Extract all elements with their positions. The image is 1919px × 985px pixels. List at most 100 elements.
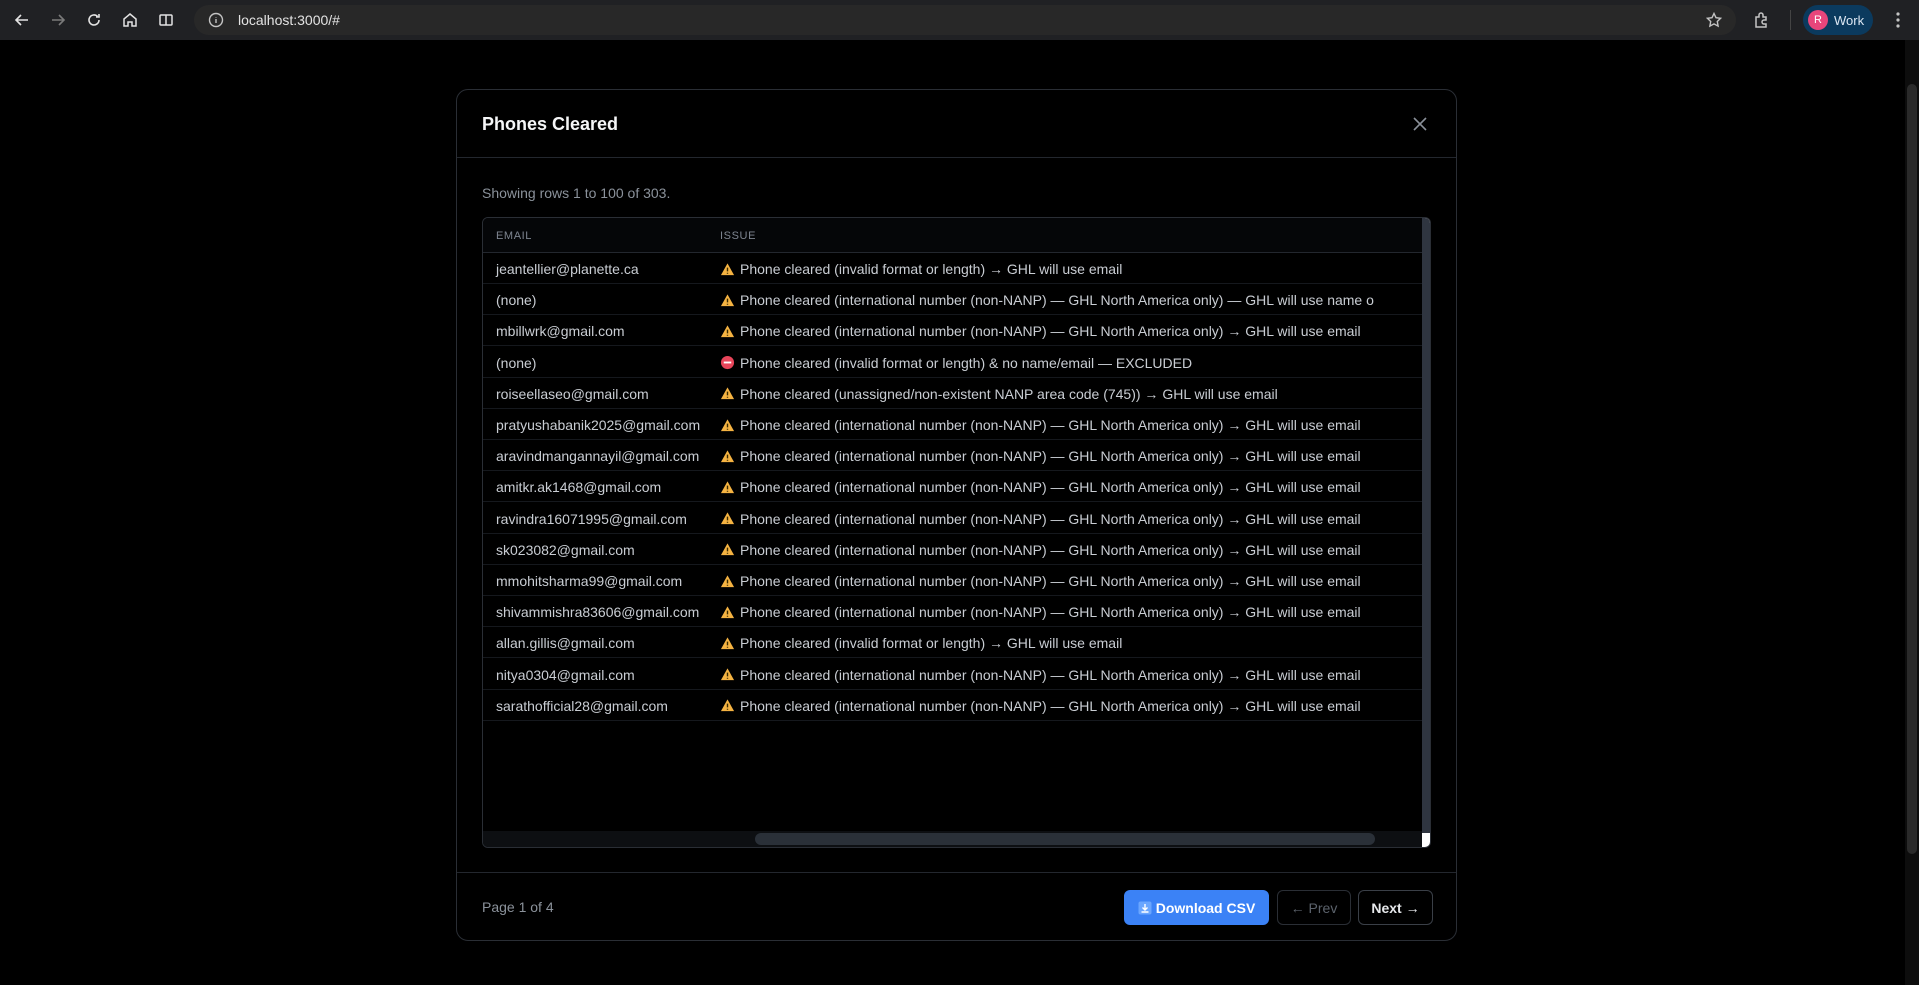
forward-icon[interactable] <box>40 2 76 38</box>
email-cell: shivammishra83606@gmail.com <box>496 604 700 621</box>
table-row[interactable]: sarathofficial28@gmail.com Phone cleared … <box>483 690 1423 721</box>
issue-cell: Phone cleared (international number (non… <box>720 542 1361 558</box>
page-scrollbar-thumb[interactable] <box>1907 84 1917 854</box>
page-scrollbar[interactable] <box>1905 40 1919 985</box>
close-icon[interactable] <box>1410 114 1430 134</box>
table-row[interactable]: roiseellaseo@gmail.com Phone cleared (una… <box>483 378 1423 409</box>
table-row[interactable]: mmohitsharma99@gmail.com Phone cleared (i… <box>483 565 1423 596</box>
excluded-icon <box>720 355 735 370</box>
warning-icon <box>720 262 735 277</box>
issue-text: Phone cleared (international number (non… <box>740 323 1361 340</box>
warning-icon <box>720 574 735 589</box>
warning-icon <box>720 324 735 339</box>
warning-icon <box>720 667 735 682</box>
issue-cell: Phone cleared (international number (non… <box>720 417 1361 433</box>
site-info-icon[interactable] <box>208 12 224 28</box>
warning-icon <box>720 698 735 713</box>
issue-text: Phone cleared (international number (non… <box>740 510 1361 527</box>
browser-toolbar: localhost:3000/# R Work <box>0 0 1919 40</box>
email-cell: pratyushabanik2025@gmail.com <box>496 417 701 433</box>
issue-text: Phone cleared (international number (non… <box>740 666 1361 683</box>
issue-text: Phone cleared (unassigned/non-existent N… <box>740 385 1278 402</box>
table-row[interactable]: jeantellier@planette.ca Phone cleared (in… <box>483 253 1423 284</box>
issue-text: Phone cleared (international number (non… <box>740 292 1374 309</box>
url-text: localhost:3000/# <box>238 12 340 28</box>
email-cell: nitya0304@gmail.com <box>496 666 635 683</box>
table-row[interactable]: mbillwrk@gmail.com Phone cleared (interna… <box>483 315 1423 347</box>
table-row[interactable]: shivammishra83606@gmail.com Phone cleared… <box>483 596 1423 628</box>
avatar: R <box>1808 10 1828 30</box>
issue-cell: Phone cleared (international number (non… <box>720 323 1361 339</box>
email-cell: (none) <box>496 354 537 371</box>
issues-table: EMAIL ISSUE jeantellier@planette.ca Phone… <box>482 217 1431 848</box>
email-cell: aravindmangannayil@gmail.com <box>496 448 700 465</box>
table-header: EMAIL ISSUE <box>483 218 1430 253</box>
kebab-menu-icon[interactable] <box>1888 10 1908 30</box>
phones-cleared-modal: Phones Cleared Showing rows 1 to 100 of … <box>456 89 1457 941</box>
email-cell: mmohitsharma99@gmail.com <box>496 573 683 589</box>
issue-cell: Phone cleared (international number (non… <box>720 479 1361 495</box>
email-cell: mbillwrk@gmail.com <box>496 323 625 340</box>
warning-icon <box>720 480 735 495</box>
modal-footer: Page 1 of 4 Download CSV ← Prev Next → <box>457 872 1456 940</box>
issue-text: Phone cleared (international number (non… <box>740 417 1361 433</box>
email-cell: sarathofficial28@gmail.com <box>496 697 668 714</box>
issue-cell: Phone cleared (unassigned/non-existent N… <box>720 386 1278 402</box>
column-header-email[interactable]: EMAIL <box>496 230 532 242</box>
issue-cell: Phone cleared (international number (non… <box>720 667 1361 683</box>
horizontal-scrollbar[interactable] <box>483 831 1423 847</box>
bookmark-star-icon[interactable] <box>1706 12 1722 28</box>
issue-cell: Phone cleared (international number (non… <box>720 604 1361 620</box>
address-bar[interactable]: localhost:3000/# <box>194 5 1736 35</box>
back-icon[interactable] <box>4 2 40 38</box>
email-cell: sk023082@gmail.com <box>496 541 635 558</box>
issue-text: Phone cleared (invalid format or length)… <box>740 261 1123 277</box>
vertical-scrollbar[interactable] <box>1422 218 1430 847</box>
vertical-scrollbar-thumb[interactable] <box>1422 218 1430 833</box>
email-cell: jeantellier@planette.ca <box>496 261 639 277</box>
profile-button[interactable]: R Work <box>1803 5 1873 35</box>
table-row[interactable]: sk023082@gmail.com Phone cleared (interna… <box>483 534 1423 565</box>
issue-text: Phone cleared (invalid format or length)… <box>740 635 1123 652</box>
email-cell: roiseellaseo@gmail.com <box>496 385 649 402</box>
issue-cell: Phone cleared (international number (non… <box>720 698 1361 714</box>
download-csv-button[interactable]: Download CSV <box>1124 890 1269 925</box>
table-row[interactable]: allan.gillis@gmail.com Phone cleared (inv… <box>483 627 1423 659</box>
email-cell: allan.gillis@gmail.com <box>496 635 635 652</box>
warning-icon <box>720 605 735 620</box>
issue-cell: Phone cleared (international number (non… <box>720 573 1361 589</box>
table-row[interactable]: aravindmangannayil@gmail.com Phone cleare… <box>483 440 1423 472</box>
table-row[interactable]: amitkr.ak1468@gmail.com Phone cleared (in… <box>483 471 1423 503</box>
split-view-icon[interactable] <box>148 2 184 38</box>
extensions-icon[interactable] <box>1752 10 1772 30</box>
column-header-issue[interactable]: ISSUE <box>720 230 756 242</box>
prev-page-button[interactable]: ← Prev <box>1277 890 1351 925</box>
warning-icon <box>720 542 735 557</box>
issue-cell: Phone cleared (international number (non… <box>720 511 1361 527</box>
table-row[interactable]: ravindra16071995@gmail.com Phone cleared … <box>483 503 1423 534</box>
table-row[interactable]: nitya0304@gmail.com Phone cleared (intern… <box>483 659 1423 690</box>
issue-cell: Phone cleared (invalid format or length)… <box>720 355 1192 371</box>
issue-cell: Phone cleared (international number (non… <box>720 448 1361 464</box>
download-icon <box>1138 901 1152 914</box>
modal-title: Phones Cleared <box>482 114 619 134</box>
page-indicator: Page 1 of 4 <box>482 899 554 915</box>
issue-text: Phone cleared (international number (non… <box>740 479 1361 496</box>
email-cell: ravindra16071995@gmail.com <box>496 510 687 527</box>
table-row[interactable]: (none) Phone cleared (international numbe… <box>483 284 1423 316</box>
profile-name: Work <box>1834 12 1865 28</box>
table-row[interactable]: pratyushabanik2025@gmail.com Phone cleare… <box>483 409 1423 440</box>
home-icon[interactable] <box>112 2 148 38</box>
toolbar-divider <box>1790 10 1791 30</box>
horizontal-scrollbar-thumb[interactable] <box>755 833 1375 845</box>
issue-cell: Phone cleared (invalid format or length)… <box>720 635 1122 651</box>
issue-text: Phone cleared (international number (non… <box>740 541 1361 558</box>
warning-icon <box>720 449 735 464</box>
reload-icon[interactable] <box>76 2 112 38</box>
modal-header: Phones Cleared <box>457 90 1456 158</box>
warning-icon <box>720 511 735 526</box>
next-page-button[interactable]: Next → <box>1358 890 1433 925</box>
table-row[interactable]: (none) Phone cleared (invalid format or l… <box>483 347 1423 378</box>
issue-text: Phone cleared (invalid format or length)… <box>740 354 1193 371</box>
issue-text: Phone cleared (international number (non… <box>740 697 1361 714</box>
